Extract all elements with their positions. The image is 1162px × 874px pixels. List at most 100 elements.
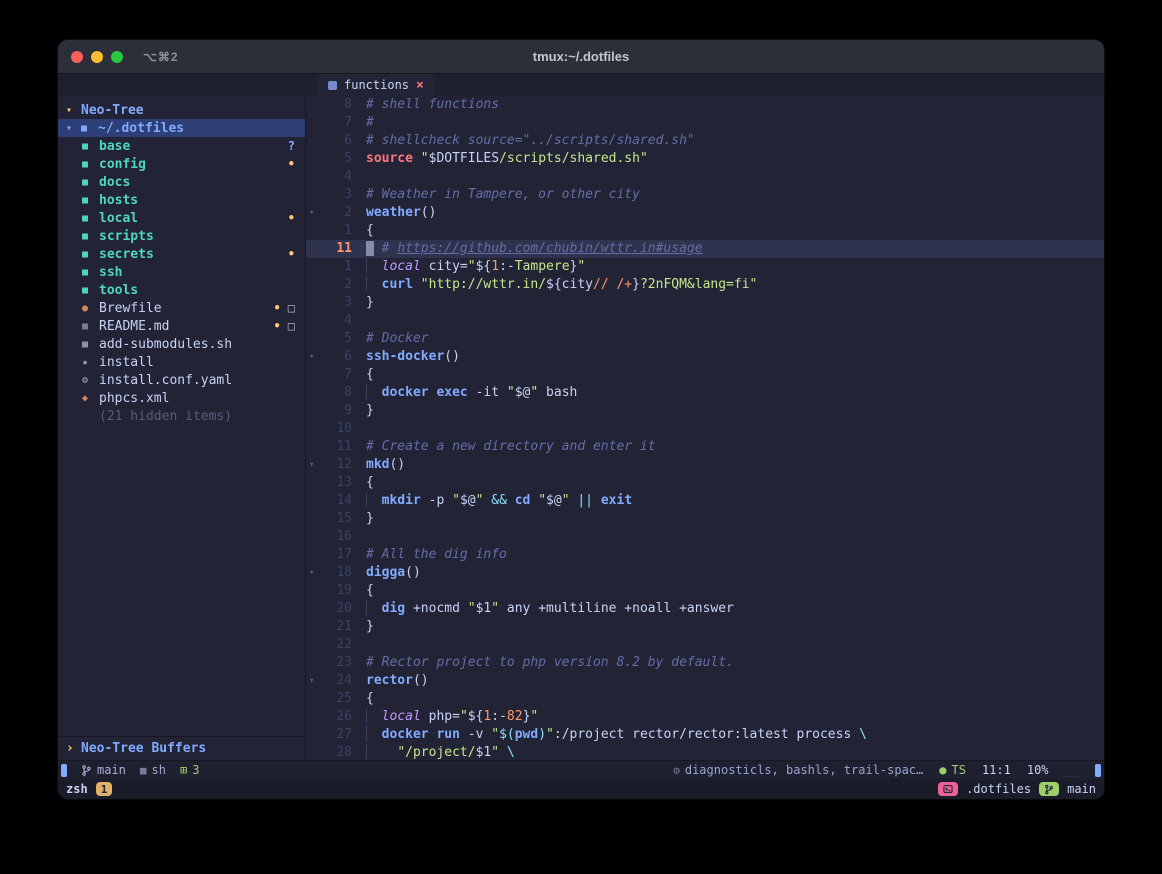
- code-line[interactable]: 16: [306, 528, 1104, 546]
- tree-item-install-conf[interactable]: ⚙install.conf.yaml: [58, 371, 305, 389]
- code-line[interactable]: 6# shellcheck source="../scripts/shared.…: [306, 132, 1104, 150]
- tmux-session-name[interactable]: .dotfiles: [966, 782, 1031, 796]
- git-branch-segment[interactable]: main: [81, 763, 126, 777]
- git-status-badge: □: [288, 301, 295, 315]
- code-line[interactable]: 22: [306, 636, 1104, 654]
- code-line[interactable]: ▾18digga(): [306, 564, 1104, 582]
- hidden-items-note[interactable]: (21 hidden items): [58, 407, 305, 425]
- tree-item-config[interactable]: ■config•: [58, 155, 305, 173]
- shell-filetype-icon: ■: [140, 764, 147, 777]
- line-number: 14: [322, 492, 352, 510]
- tree-item-brewfile[interactable]: ●Brewfile•□: [58, 299, 305, 317]
- zoom-window-button[interactable]: [111, 51, 123, 63]
- code-line[interactable]: 26▏ local php="${1:-82}": [306, 708, 1104, 726]
- code-line[interactable]: 7{: [306, 366, 1104, 384]
- code-line[interactable]: 5# Docker: [306, 330, 1104, 348]
- tree-item-readme[interactable]: ■README.md•□: [58, 317, 305, 335]
- code-text: #: [366, 114, 374, 132]
- minimize-window-button[interactable]: [91, 51, 103, 63]
- filetype-segment: ■ sh: [140, 763, 166, 777]
- tree-item-tools[interactable]: ■tools: [58, 281, 305, 299]
- line-number: 10: [322, 420, 352, 438]
- close-buffer-icon[interactable]: ×: [416, 79, 424, 92]
- line-number: 15: [322, 510, 352, 528]
- neotree-title[interactable]: ▾Neo-Tree: [58, 101, 305, 119]
- code-area[interactable]: 8# shell functions 7# 6# shellcheck sour…: [306, 96, 1104, 760]
- code-line[interactable]: 3# Weather in Tampere, or other city: [306, 186, 1104, 204]
- code-line[interactable]: 2▏ curl "http://wttr.in/${city// /+}?2nF…: [306, 276, 1104, 294]
- code-line[interactable]: ▾2weather(): [306, 204, 1104, 222]
- code-line[interactable]: 20▏ dig +nocmd "$1" any +multiline +noal…: [306, 600, 1104, 618]
- code-line[interactable]: ▾12mkd(): [306, 456, 1104, 474]
- code-line[interactable]: 5source "$DOTFILES/scripts/shared.sh": [306, 150, 1104, 168]
- line-number: 8: [322, 384, 352, 402]
- code-line[interactable]: 15}: [306, 510, 1104, 528]
- code-line[interactable]: 10: [306, 420, 1104, 438]
- line-number: 6: [322, 348, 352, 366]
- code-line[interactable]: 19{: [306, 582, 1104, 600]
- code-token: [374, 493, 382, 508]
- line-number: 3: [322, 186, 352, 204]
- code-line[interactable]: 13{: [306, 474, 1104, 492]
- neotree-buffers-section[interactable]: › Neo-Tree Buffers: [58, 736, 305, 760]
- neotree-buffers-title: Neo-Tree Buffers: [81, 741, 206, 756]
- close-window-button[interactable]: [71, 51, 83, 63]
- code-text: # Rector project to php version 8.2 by d…: [366, 654, 734, 672]
- code-token: (): [405, 565, 421, 580]
- tree-item-hosts[interactable]: ■hosts: [58, 191, 305, 209]
- line-number: 26: [322, 708, 352, 726]
- code-token: docker: [382, 727, 429, 742]
- code-line[interactable]: 25{: [306, 690, 1104, 708]
- tree-item-base[interactable]: ■base?: [58, 137, 305, 155]
- fold-column: [306, 114, 322, 132]
- tree-item-docs[interactable]: ■docs: [58, 173, 305, 191]
- code-line[interactable]: 14▏ mkdir -p "$@" && cd "$@" || exit: [306, 492, 1104, 510]
- code-line[interactable]: 8▏ docker exec -it "$@" bash: [306, 384, 1104, 402]
- code-line[interactable]: 7#: [306, 114, 1104, 132]
- code-line[interactable]: 3}: [306, 294, 1104, 312]
- tree-item-scripts[interactable]: ■scripts: [58, 227, 305, 245]
- code-line[interactable]: 11 # https://github.com/chubin/wttr.in#u…: [306, 240, 1104, 258]
- code-line[interactable]: 17# All the dig info: [306, 546, 1104, 564]
- tmux-window-index-badge[interactable]: 1: [96, 782, 113, 796]
- tree-item-secrets[interactable]: ■secrets•: [58, 245, 305, 263]
- code-line[interactable]: 4: [306, 168, 1104, 186]
- code-token: [374, 727, 382, 742]
- code-line[interactable]: 28▏ "/project/$1" \: [306, 744, 1104, 760]
- tree-item-root[interactable]: ▾■~/.dotfiles: [58, 119, 305, 137]
- tree-item-phpcs[interactable]: ◈phpcs.xml: [58, 389, 305, 407]
- titlebar[interactable]: ⌥⌘2 tmux:~/.dotfiles: [58, 40, 1104, 74]
- mode-indicator-right: [1095, 764, 1101, 777]
- markdown-icon: ■: [82, 321, 99, 332]
- code-text: {: [366, 222, 374, 240]
- git-branch-icon: [1044, 784, 1054, 795]
- lsp-clients-segment: ⚙ diagnosticls, bashls, trail-spac…: [673, 763, 923, 777]
- code-line[interactable]: 11# Create a new directory and enter it: [306, 438, 1104, 456]
- code-line[interactable]: 1{: [306, 222, 1104, 240]
- tree-item-install[interactable]: ★install: [58, 353, 305, 371]
- code-token: [374, 385, 382, 400]
- git-status-badge: •: [288, 211, 295, 225]
- code-line[interactable]: ▾24rector(): [306, 672, 1104, 690]
- tree-item-local[interactable]: ■local•: [58, 209, 305, 227]
- code-line[interactable]: 21}: [306, 618, 1104, 636]
- code-line[interactable]: 1▏ local city="${1:-Tampere}": [306, 258, 1104, 276]
- code-line[interactable]: ▾6ssh-docker(): [306, 348, 1104, 366]
- code-token: -it: [468, 385, 507, 400]
- code-line[interactable]: 9}: [306, 402, 1104, 420]
- code-token: ${city: [546, 277, 593, 292]
- code-line[interactable]: 23# Rector project to php version 8.2 by…: [306, 654, 1104, 672]
- tmux-git-branch[interactable]: main: [1067, 782, 1096, 796]
- code-text: source "$DOTFILES/scripts/shared.sh": [366, 150, 648, 168]
- tree-item-label: base: [99, 139, 130, 154]
- code-line[interactable]: 8# shell functions: [306, 96, 1104, 114]
- buffer-tab-functions[interactable]: functions ×: [318, 74, 434, 96]
- code-line[interactable]: 27▏ docker run -v "$(pwd)":/project rect…: [306, 726, 1104, 744]
- code-line[interactable]: 4: [306, 312, 1104, 330]
- code-token: ": [491, 745, 499, 760]
- tree-item-ssh[interactable]: ■ssh: [58, 263, 305, 281]
- tmux-window-name[interactable]: zsh: [66, 782, 88, 796]
- cursor-block: [366, 241, 374, 256]
- tree-item-add-submodules[interactable]: ■add-submodules.sh: [58, 335, 305, 353]
- code-token: :-: [491, 709, 507, 724]
